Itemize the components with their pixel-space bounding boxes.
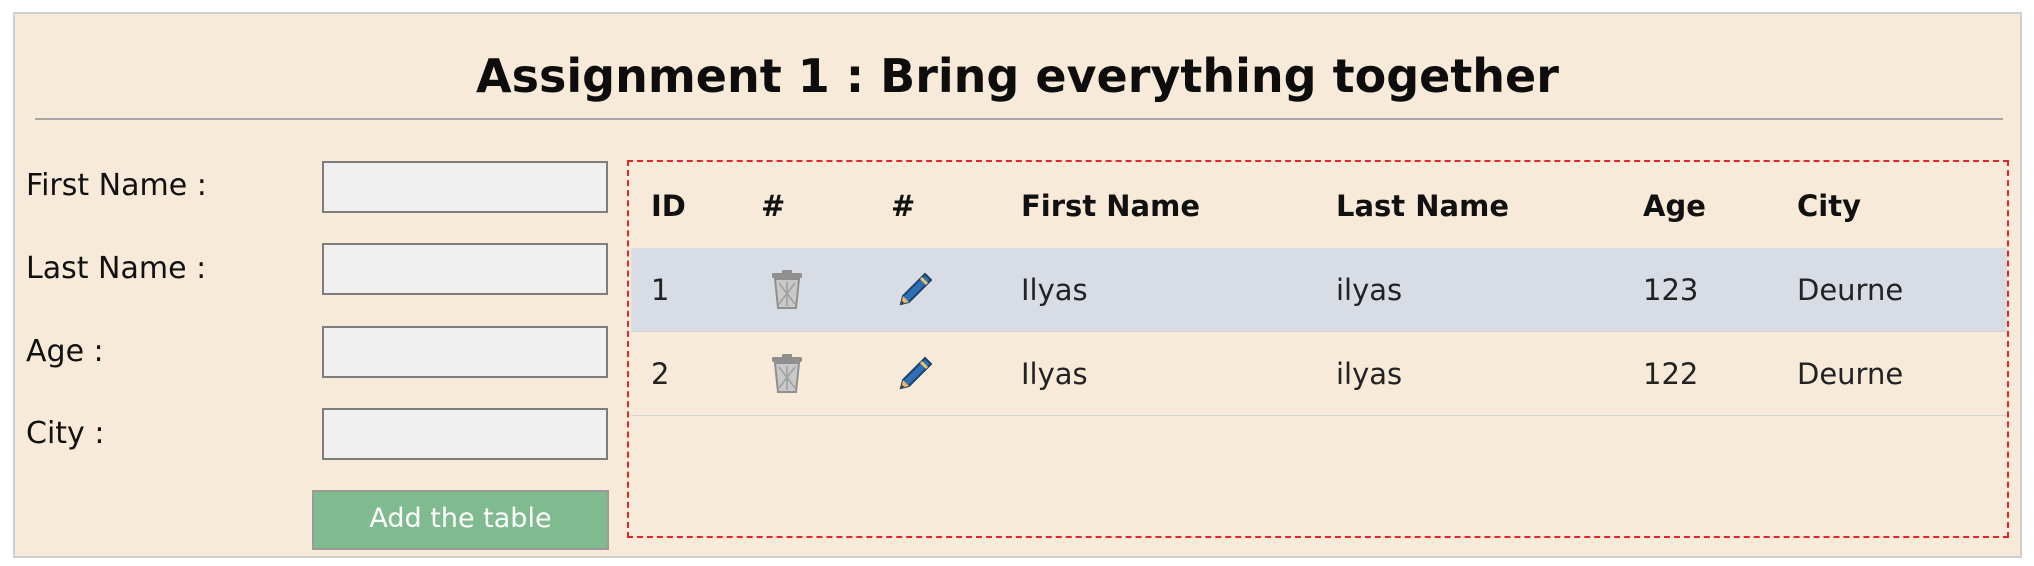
last-name-label: Last Name : bbox=[26, 251, 207, 286]
city-label: City : bbox=[26, 416, 105, 451]
column-header-first-name: First Name bbox=[1021, 189, 1200, 223]
title-divider bbox=[35, 118, 2003, 120]
cell-age: 122 bbox=[1643, 331, 1797, 416]
cell-last-name: ilyas bbox=[1336, 331, 1643, 416]
cell-edit bbox=[891, 331, 1021, 416]
table-row: 2 Ilyas ilyas 122 Deurne bbox=[631, 331, 2007, 416]
cell-city: Deurne bbox=[1797, 331, 2007, 416]
cell-delete bbox=[761, 248, 891, 332]
page-title: Assignment 1 : Bring everything together bbox=[476, 49, 1559, 103]
add-to-table-button[interactable]: Add the table bbox=[312, 490, 609, 550]
cell-first-name: Ilyas bbox=[1021, 331, 1336, 416]
trash-icon[interactable] bbox=[769, 269, 805, 310]
last-name-input[interactable] bbox=[322, 243, 608, 295]
first-name-label: First Name : bbox=[26, 168, 207, 203]
column-header-id: ID bbox=[651, 189, 686, 223]
column-header-age: Age bbox=[1643, 189, 1706, 223]
app-container: Assignment 1 : Bring everything together… bbox=[13, 12, 2022, 558]
table-header-row: ID # # First Name Last Name Age City bbox=[631, 164, 2007, 248]
city-input[interactable] bbox=[322, 408, 608, 460]
column-header-city: City bbox=[1797, 189, 1861, 223]
column-header-edit: # bbox=[891, 189, 916, 223]
first-name-input[interactable] bbox=[322, 161, 608, 213]
cell-age: 123 bbox=[1643, 248, 1797, 332]
trash-icon[interactable] bbox=[769, 353, 805, 394]
people-table: ID # # First Name Last Name Age City 1 I… bbox=[631, 164, 2007, 416]
cell-first-name: Ilyas bbox=[1021, 248, 1336, 332]
cell-last-name: ilyas bbox=[1336, 248, 1643, 332]
cell-id: 2 bbox=[631, 331, 761, 416]
column-header-last-name: Last Name bbox=[1336, 189, 1509, 223]
cell-id: 1 bbox=[631, 248, 761, 332]
cell-city: Deurne bbox=[1797, 248, 2007, 332]
pencil-icon[interactable] bbox=[895, 270, 935, 310]
age-input[interactable] bbox=[322, 326, 608, 378]
pencil-icon[interactable] bbox=[895, 354, 935, 394]
column-header-delete: # bbox=[761, 189, 786, 223]
cell-delete bbox=[761, 331, 891, 416]
cell-edit bbox=[891, 248, 1021, 332]
people-table-container: ID # # First Name Last Name Age City 1 I… bbox=[627, 160, 2009, 538]
table-row: 1 Ilyas ilyas 123 Deurne bbox=[631, 248, 2007, 332]
age-label: Age : bbox=[26, 334, 104, 369]
